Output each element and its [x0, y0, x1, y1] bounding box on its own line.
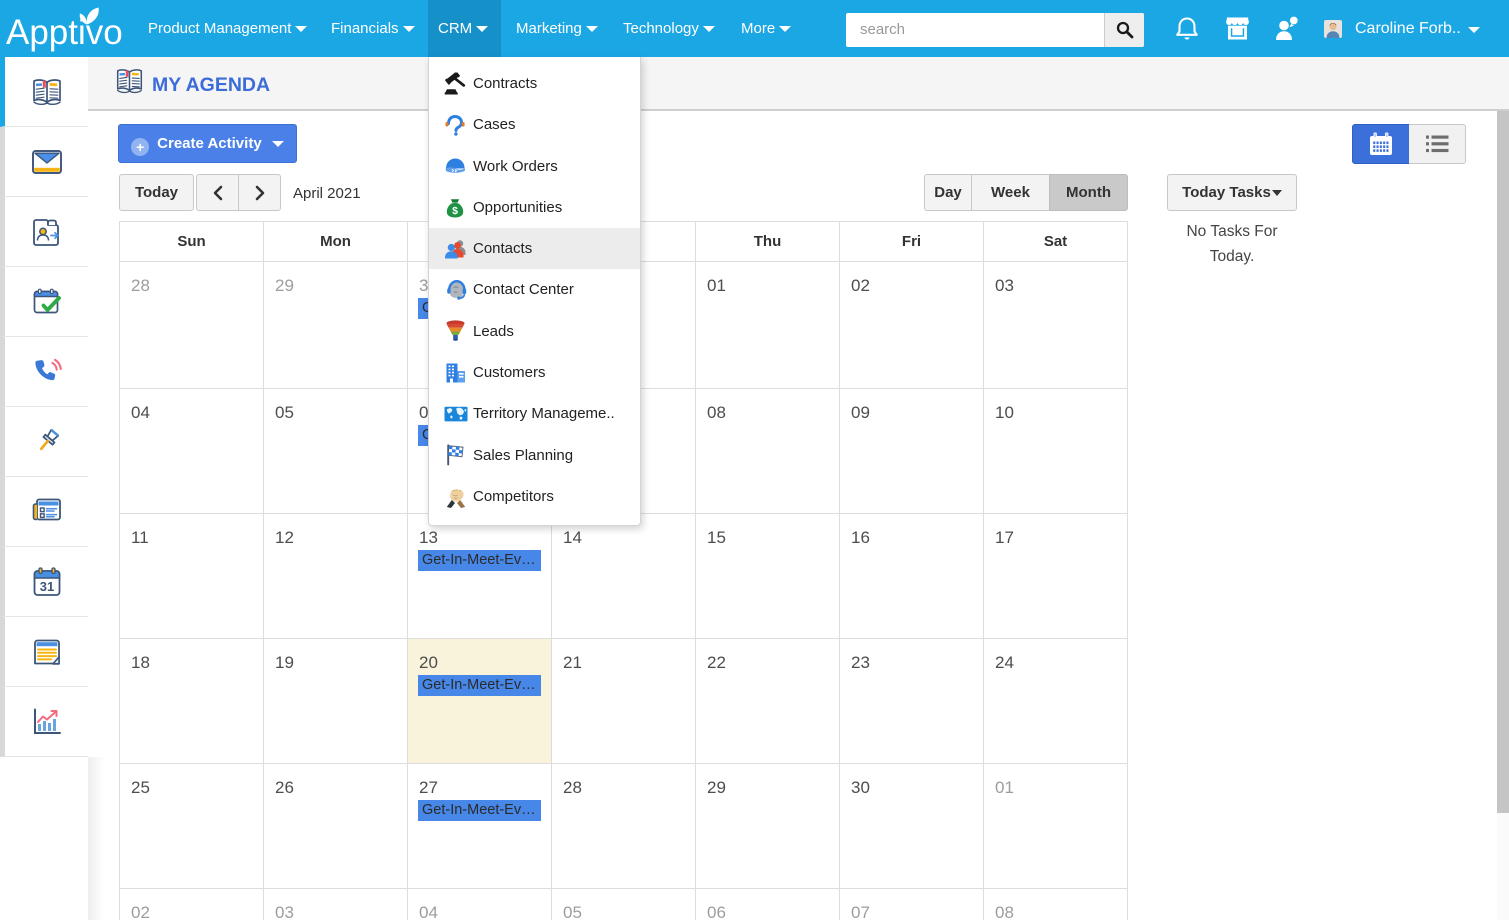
svg-text:$: $: [452, 205, 458, 217]
svg-text:31: 31: [39, 579, 53, 594]
